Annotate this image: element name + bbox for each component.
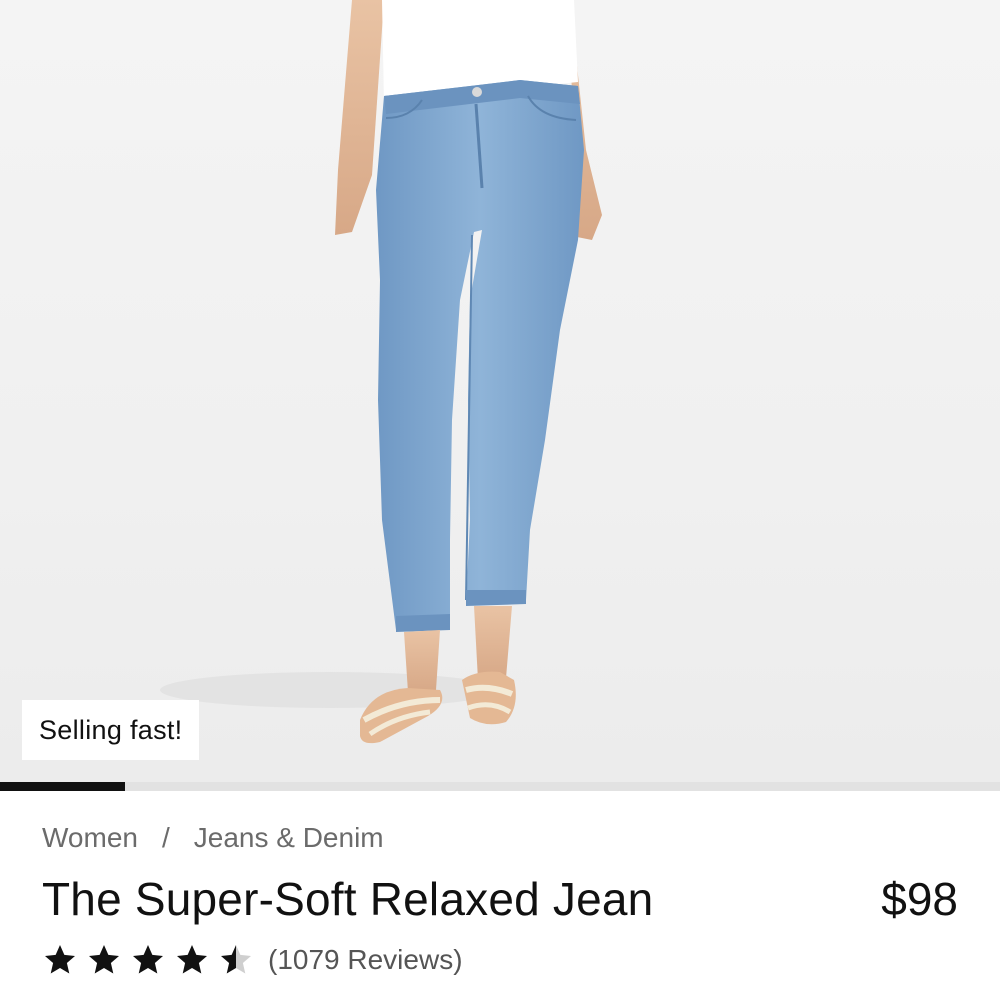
breadcrumb-item-women[interactable]: Women xyxy=(42,822,138,854)
star-full-icon xyxy=(45,945,75,974)
breadcrumb: Women / Jeans & Denim xyxy=(42,822,384,854)
product-price: $98 xyxy=(881,873,958,925)
star-full-icon xyxy=(89,945,119,974)
star-half-icon xyxy=(221,945,251,974)
rating-stars xyxy=(42,942,254,978)
gallery-progress-fill xyxy=(0,782,125,791)
product-title: The Super-Soft Relaxed Jean xyxy=(42,873,654,925)
selling-fast-badge: Selling fast! xyxy=(22,700,200,760)
star-full-icon xyxy=(133,945,163,974)
breadcrumb-item-jeans-denim[interactable]: Jeans & Denim xyxy=(194,822,384,854)
product-photo xyxy=(160,0,602,744)
reviews-link[interactable]: (1079 Reviews) xyxy=(268,944,463,976)
breadcrumb-separator: / xyxy=(161,822,170,853)
product-image[interactable]: Selling fast! xyxy=(0,0,1000,782)
product-rating[interactable]: (1079 Reviews) xyxy=(42,942,463,978)
gallery-progress xyxy=(0,782,1000,791)
star-full-icon xyxy=(177,945,207,974)
